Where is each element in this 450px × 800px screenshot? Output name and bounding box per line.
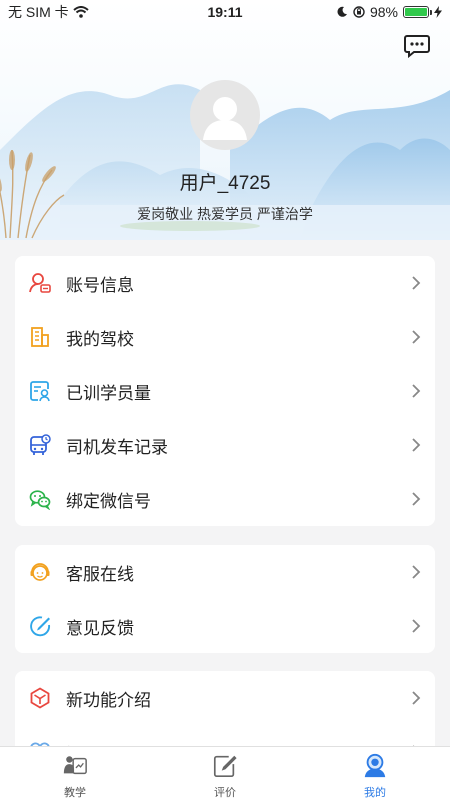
menu-item-trained-students[interactable]: 已训学员量 bbox=[15, 364, 435, 418]
menu-item-label: 意见反馈 bbox=[66, 618, 134, 638]
menu-card-account: 账号信息 我的驾校 已训学员量 司机发车记录 绑定微信号 bbox=[15, 256, 435, 526]
message-icon[interactable] bbox=[404, 34, 430, 58]
menu-item-label: 已训学员量 bbox=[66, 383, 151, 403]
battery-percent: 98% bbox=[369, 4, 398, 20]
menu-item-feedback[interactable]: 意见反馈 bbox=[15, 599, 435, 653]
menu-item-customer-service[interactable]: 客服在线 bbox=[15, 545, 435, 599]
menu-item-new-features[interactable]: 新功能介绍 bbox=[15, 671, 435, 725]
status-bar: 无 SIM 卡 19:11 98% bbox=[0, 0, 450, 24]
tab-bar: 教学 评价 我的 bbox=[0, 746, 450, 800]
chevron-right-icon bbox=[412, 438, 421, 452]
tab-label: 评价 bbox=[214, 787, 236, 799]
chevron-right-icon bbox=[412, 619, 421, 633]
profile-icon bbox=[364, 753, 386, 778]
new-feature-icon bbox=[29, 687, 51, 709]
evaluation-icon bbox=[213, 755, 237, 778]
menu-item-label: 绑定微信号 bbox=[66, 491, 151, 511]
customer-service-icon bbox=[29, 561, 51, 583]
tab-label: 我的 bbox=[364, 787, 386, 799]
username: 用户_4725 bbox=[179, 173, 271, 194]
bus-record-icon bbox=[29, 434, 51, 456]
menu-item-label: 客服在线 bbox=[66, 564, 134, 584]
chevron-right-icon bbox=[412, 691, 421, 705]
menu-item-bind-wechat[interactable]: 绑定微信号 bbox=[15, 472, 435, 526]
battery-icon bbox=[403, 6, 432, 18]
trained-students-icon bbox=[29, 380, 51, 402]
default-user-icon bbox=[203, 97, 247, 140]
menu-item-my-driving-school[interactable]: 我的驾校 bbox=[15, 310, 435, 364]
motto: 爱岗敬业 热爱学员 严谨治学 bbox=[137, 206, 313, 222]
menu-item-label: 司机发车记录 bbox=[66, 437, 168, 457]
tab-teaching[interactable]: 教学 bbox=[0, 747, 150, 800]
menu-item-label: 我的驾校 bbox=[66, 329, 134, 349]
menu-item-driver-departure-record[interactable]: 司机发车记录 bbox=[15, 418, 435, 472]
chevron-right-icon bbox=[412, 276, 421, 290]
teaching-icon bbox=[63, 756, 87, 775]
charging-icon bbox=[434, 6, 442, 18]
wifi-icon bbox=[73, 6, 89, 18]
chevron-right-icon bbox=[412, 565, 421, 579]
avatar[interactable] bbox=[190, 80, 260, 150]
profile-header: 用户_4725 爱岗敬业 热爱学员 严谨治学 bbox=[0, 0, 450, 240]
feedback-icon bbox=[29, 615, 51, 637]
orientation-lock-icon bbox=[353, 6, 365, 18]
account-info-icon bbox=[29, 272, 51, 294]
menu-item-label: 账号信息 bbox=[66, 275, 134, 295]
chevron-right-icon bbox=[412, 384, 421, 398]
tab-label: 教学 bbox=[64, 787, 86, 799]
menu-item-label: 新功能介绍 bbox=[66, 690, 151, 710]
tab-profile[interactable]: 我的 bbox=[300, 747, 450, 800]
carrier-label: 无 SIM 卡 bbox=[8, 4, 69, 20]
tab-evaluation[interactable]: 评价 bbox=[150, 747, 300, 800]
wechat-icon bbox=[29, 488, 51, 510]
building-icon bbox=[29, 326, 51, 348]
menu-item-account-info[interactable]: 账号信息 bbox=[15, 256, 435, 310]
chevron-right-icon bbox=[412, 492, 421, 506]
moon-icon bbox=[337, 6, 347, 17]
chevron-right-icon bbox=[412, 330, 421, 344]
menu-card-support: 客服在线 意见反馈 bbox=[15, 545, 435, 653]
